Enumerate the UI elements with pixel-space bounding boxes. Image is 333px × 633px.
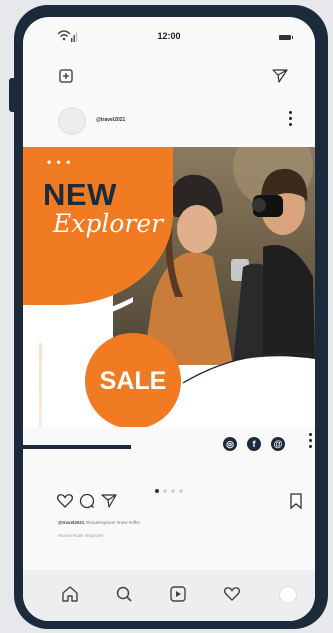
post-footer-line [23,445,131,449]
social-icons: ◎ f @ [223,437,315,453]
add-post-icon[interactable] [59,69,73,83]
social-more-icon[interactable] [309,433,312,451]
post-header: @travel2021 [23,105,315,139]
post-caption: @travel2021 #travelexplorer #new #offer [58,520,140,525]
web-icon[interactable]: @ [271,437,285,451]
activity-heart-icon[interactable] [222,584,242,604]
like-heart-icon[interactable] [56,492,74,510]
battery-icon [279,35,293,40]
facebook-icon[interactable]: f [247,437,261,451]
more-options-icon[interactable] [289,111,293,129]
direct-message-icon[interactable] [272,69,288,83]
post-image[interactable]: • • • NEW Explorer SALE [23,147,315,427]
home-icon[interactable] [60,584,80,604]
app-top-bar [23,65,315,93]
share-icon[interactable] [100,492,118,510]
profile-avatar[interactable] [279,586,297,604]
caption-secondary: #travel #sale #explorer [58,533,104,538]
bookmark-icon[interactable] [287,492,305,510]
caption-hashtags: #travelexplorer #new #offer [85,520,141,525]
search-icon[interactable] [114,584,134,604]
post-username[interactable]: @travel2021 [96,117,125,123]
reels-icon[interactable] [168,584,188,604]
post-actions [23,492,315,514]
status-time: 12:00 [157,31,181,41]
status-bar: 12:00 [23,17,315,55]
bottom-nav [23,570,315,621]
carousel-indicator [23,480,315,493]
sale-label: SALE [99,367,167,395]
caption-username[interactable]: @travel2021 [58,520,84,525]
comment-icon[interactable] [78,492,96,510]
phone-screen: 12:00 @travel2021 • • • NEW Explorer SAL… [23,17,315,621]
avatar[interactable] [58,107,86,135]
phone-side-button [9,78,17,112]
vertical-caption-bar [39,343,42,427]
instagram-icon[interactable]: ◎ [223,437,237,451]
